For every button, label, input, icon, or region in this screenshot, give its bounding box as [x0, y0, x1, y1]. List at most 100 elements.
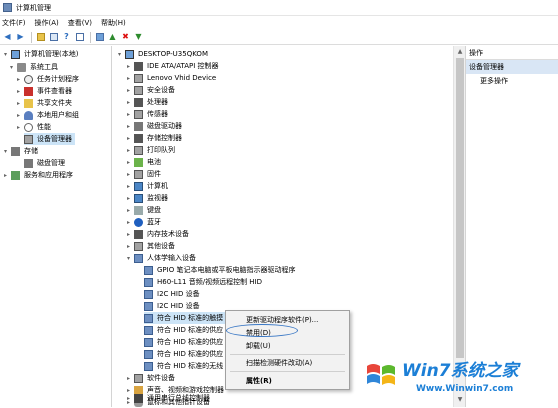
chevron-down-icon[interactable]: ▾ [2, 147, 9, 156]
device-category[interactable]: ▸ 键盘 [125, 204, 161, 216]
actions-section-device-manager[interactable]: 设备管理器 [466, 60, 558, 74]
tree-item-system-tools[interactable]: ▾ 系统工具 [8, 61, 58, 73]
device-category[interactable]: ▸ Lenovo Vhid Device [125, 72, 216, 84]
properties-icon[interactable] [48, 32, 59, 43]
device-category[interactable]: ▸ IDE ATA/ATAPI 控制器 [125, 60, 219, 72]
scroll-up-icon[interactable]: ▲ [456, 48, 464, 56]
actions-header: 操作 [466, 46, 558, 60]
tree-item-device-manager[interactable]: 设备管理器 [24, 133, 75, 145]
toolbar-separator [31, 31, 32, 43]
device-category[interactable]: ▸ 固件 [125, 168, 161, 180]
device-label: IDE ATA/ATAPI 控制器 [147, 62, 219, 70]
chevron-down-icon[interactable]: ▾ [125, 254, 132, 263]
chevron-right-icon[interactable]: ▸ [125, 182, 132, 191]
chevron-right-icon[interactable]: ▸ [125, 62, 132, 71]
device-item[interactable]: 符合 HID 标准的供应 [144, 348, 223, 360]
chip-icon [134, 61, 143, 71]
chevron-right-icon[interactable]: ▸ [125, 194, 132, 203]
tree-item-disk-management[interactable]: 磁盘管理 [24, 157, 65, 169]
tree-item-storage[interactable]: ▾ 存储 [2, 145, 38, 157]
hid-icon [144, 289, 153, 299]
watermark: Win7系统之家 Www.Winwin7.com [358, 350, 558, 407]
tree-item-label: 服务和应用程序 [24, 171, 73, 179]
tree-item-performance[interactable]: ▸ 性能 [15, 121, 51, 133]
device-item[interactable]: 符合 HID 标准的供应 [144, 324, 223, 336]
more-actions[interactable]: 更多操作 [466, 74, 558, 88]
device-item[interactable]: I2C HID 设备 [144, 288, 200, 300]
chevron-right-icon[interactable]: ▸ [125, 242, 132, 251]
uninstall-icon[interactable]: ✖ [120, 32, 131, 43]
monitor-icon[interactable] [94, 32, 105, 43]
device-category[interactable]: ▸ 其他设备 [125, 240, 175, 252]
device-item[interactable]: I2C HID 设备 [144, 300, 200, 312]
device-item[interactable]: 符合 HID 标准的供应 [144, 336, 223, 348]
device-category[interactable]: ▸ 计算机 [125, 180, 168, 192]
back-arrow-icon[interactable]: ◀ [2, 32, 13, 43]
device-category[interactable]: ▸ 安全设备 [125, 84, 175, 96]
menu-view[interactable]: 查看(V) [68, 18, 92, 28]
chevron-right-icon[interactable]: ▸ [125, 86, 132, 95]
chevron-down-icon[interactable]: ▾ [116, 50, 123, 59]
chevron-right-icon[interactable]: ▸ [125, 374, 132, 383]
device-item[interactable]: H60-L11 音频/视频远程控制 HID [144, 276, 262, 288]
device-category[interactable]: ▸ 软件设备 [125, 372, 175, 384]
device-category[interactable]: ▸ 监视器 [125, 192, 168, 204]
chevron-right-icon[interactable]: ▸ [125, 146, 132, 155]
up-folder-icon[interactable] [35, 32, 46, 43]
device-category[interactable]: ▸ 打印队列 [125, 144, 175, 156]
chevron-right-icon[interactable]: ▸ [125, 230, 132, 239]
menu-help[interactable]: 帮助(H) [101, 18, 126, 28]
device-item[interactable]: GPIO 笔记本电脑或平板电脑指示器驱动程序 [144, 264, 295, 276]
help-icon[interactable]: ? [61, 32, 72, 43]
chevron-down-icon[interactable]: ▾ [2, 50, 9, 59]
scan-hardware-icon[interactable]: ▼ [133, 32, 144, 43]
menu-item-scan[interactable]: 扫描检测硬件改动(A) [226, 357, 349, 369]
device-category[interactable]: ▸ 存储控制器 [125, 132, 182, 144]
device-category[interactable]: ▸ 传感器 [125, 108, 168, 120]
tree-item-event-viewer[interactable]: ▸ 事件查看器 [15, 85, 72, 97]
chevron-right-icon[interactable]: ▸ [15, 75, 22, 84]
hid-icon [134, 253, 143, 263]
chevron-right-icon[interactable]: ▸ [125, 170, 132, 179]
device-item-selected[interactable]: 符合 HID 标准的触摸 [144, 312, 226, 324]
chevron-right-icon[interactable]: ▸ [125, 134, 132, 143]
chevron-right-icon[interactable]: ▸ [125, 394, 132, 403]
device-category[interactable]: ▸ 处理器 [125, 96, 168, 108]
tree-item-computer-management[interactable]: ▾ 计算机管理(本地) [2, 48, 78, 60]
chevron-right-icon[interactable]: ▸ [125, 158, 132, 167]
chevron-right-icon[interactable]: ▸ [15, 99, 22, 108]
menu-item-properties[interactable]: 属性(R) [226, 375, 349, 387]
device-category[interactable]: ▸ 内存技术设备 [125, 228, 189, 240]
device-category[interactable]: ▸ 电池 [125, 156, 161, 168]
tree-item-label: 磁盘管理 [37, 159, 65, 167]
chevron-right-icon[interactable]: ▸ [15, 123, 22, 132]
device-item[interactable]: 符合 HID 标准的无线 [144, 360, 223, 372]
chevron-right-icon[interactable]: ▸ [15, 87, 22, 96]
device-category[interactable]: ▸ 蓝牙 [125, 216, 161, 228]
scroll-thumb[interactable] [456, 58, 464, 358]
menu-file[interactable]: 文件(F) [2, 18, 26, 28]
chevron-right-icon[interactable]: ▸ [125, 110, 132, 119]
chevron-down-icon[interactable]: ▾ [8, 63, 15, 72]
show-hide-tree-icon[interactable] [74, 32, 85, 43]
chevron-right-icon[interactable]: ▸ [125, 98, 132, 107]
enable-device-icon[interactable]: ▲ [107, 32, 118, 43]
tree-item-services-apps[interactable]: ▸ 服务和应用程序 [2, 169, 73, 181]
chevron-right-icon[interactable]: ▸ [15, 111, 22, 120]
menu-action[interactable]: 操作(A) [35, 18, 59, 28]
chevron-right-icon[interactable]: ▸ [2, 171, 9, 180]
chevron-right-icon[interactable]: ▸ [125, 74, 132, 83]
chevron-right-icon[interactable]: ▸ [125, 218, 132, 227]
device-category-hid[interactable]: ▾ 人体学输入设备 [125, 252, 196, 264]
tree-item-task-scheduler[interactable]: ▸ 任务计划程序 [15, 73, 79, 85]
chevron-right-icon[interactable]: ▸ [125, 122, 132, 131]
tree-item-shared-folders[interactable]: ▸ 共享文件夹 [15, 97, 72, 109]
device-category[interactable]: ▸ 通用串行总线控制器 [125, 392, 210, 404]
tree-item-local-users[interactable]: ▸ 本地用户和组 [15, 109, 79, 121]
device-root[interactable]: ▾ DESKTOP-U35QKOM [116, 48, 208, 60]
chevron-right-icon[interactable]: ▸ [125, 206, 132, 215]
performance-icon [24, 122, 33, 132]
menu-item-uninstall[interactable]: 卸载(U) [226, 340, 349, 352]
forward-arrow-icon[interactable]: ▶ [15, 32, 26, 43]
device-category[interactable]: ▸ 磁盘驱动器 [125, 120, 182, 132]
